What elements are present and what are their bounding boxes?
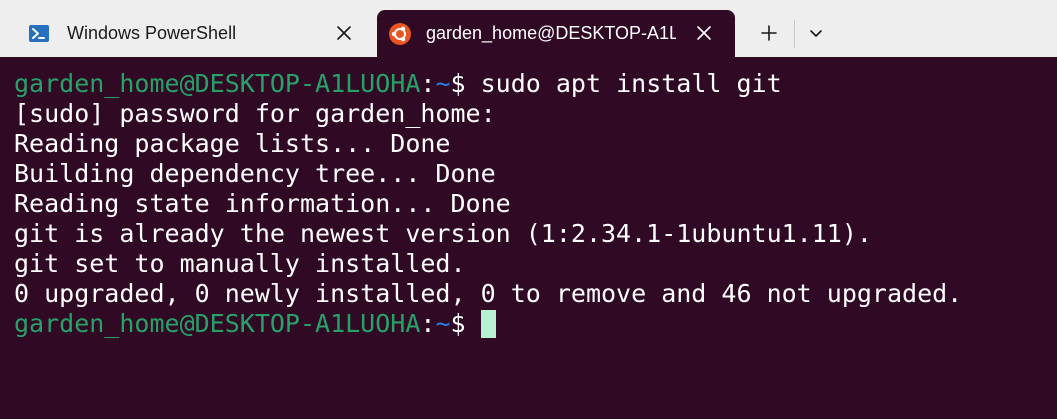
current-prompt-line: garden_home@DESKTOP-A1LUOHA:~$: [14, 309, 1057, 339]
command-line: garden_home@DESKTOP-A1LUOHA:~$ sudo apt …: [14, 69, 1057, 99]
tab-dropdown-button[interactable]: [803, 20, 829, 46]
prompt-user-host: garden_home@DESKTOP-A1LUOHA: [14, 69, 421, 98]
prompt-symbol: $: [450, 309, 466, 338]
tab-windows-powershell[interactable]: Windows PowerShell: [0, 10, 373, 57]
output-line: Reading package lists... Done: [14, 129, 451, 158]
prompt-trailing-space: [466, 309, 481, 338]
text-cursor: [480, 310, 496, 338]
new-tab-button[interactable]: [756, 20, 782, 46]
prompt-separator: :: [420, 309, 436, 338]
output-line: Reading state information... Done: [14, 189, 511, 218]
command-text: sudo apt install git: [465, 69, 782, 98]
tab-title: garden_home@DESKTOP-A1L: [426, 23, 676, 43]
prompt-path: ~: [435, 309, 451, 338]
ubuntu-icon: [389, 22, 411, 45]
prompt-path: ~: [435, 69, 451, 98]
close-icon[interactable]: [333, 22, 355, 44]
tab-title: Windows PowerShell: [67, 23, 237, 43]
close-icon[interactable]: [693, 22, 715, 44]
output-line: git is already the newest version (1:2.3…: [14, 219, 872, 248]
output-line: 0 upgraded, 0 newly installed, 0 to remo…: [14, 279, 963, 308]
prompt-symbol: $: [450, 69, 466, 98]
terminal-window: Windows PowerShell garden_home@DESKTOP-A…: [0, 0, 1057, 419]
tab-bar: Windows PowerShell garden_home@DESKTOP-A…: [0, 0, 1057, 57]
prompt-separator: :: [420, 69, 436, 98]
output-line: git set to manually installed.: [14, 249, 466, 278]
plus-icon: [761, 25, 777, 41]
prompt-user-host: garden_home@DESKTOP-A1LUOHA: [14, 309, 421, 338]
tab-ubuntu[interactable]: garden_home@DESKTOP-A1L: [377, 10, 735, 57]
chevron-down-icon: [810, 30, 822, 37]
powershell-icon: [28, 23, 50, 45]
toolbar-divider: [794, 20, 795, 48]
terminal-output[interactable]: garden_home@DESKTOP-A1LUOHA:~$ sudo apt …: [0, 57, 1057, 419]
output-line: [sudo] password for garden_home:: [14, 99, 496, 128]
output-line: Building dependency tree... Done: [14, 159, 496, 188]
